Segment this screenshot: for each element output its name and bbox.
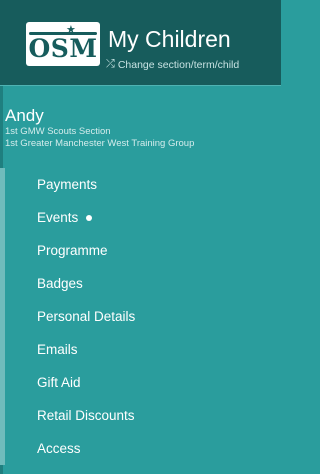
- change-section-link[interactable]: ⤮ Change section/term/child: [106, 58, 239, 71]
- header-divider: [0, 85, 281, 86]
- logo-text: OSM: [28, 34, 98, 63]
- member-info: Andy 1st GMW Scouts Section 1st Greater …: [0, 106, 281, 150]
- nav-item-label: Access: [37, 441, 81, 456]
- member-name: Andy: [5, 106, 44, 125]
- nav-item-access[interactable]: Access: [5, 432, 281, 465]
- shuffle-icon: ⤮: [106, 58, 115, 70]
- nav-item-programme[interactable]: Programme: [5, 234, 281, 267]
- member-section: 1st GMW Scouts Section: [5, 126, 111, 137]
- nav-item-label: Payments: [37, 177, 98, 192]
- member-nav-menu: Payments Events Programme Badges Persona…: [0, 168, 281, 465]
- nav-item-label: Personal Details: [37, 309, 136, 324]
- nav-item-payments[interactable]: Payments: [5, 168, 281, 201]
- nav-item-label: Badges: [37, 276, 83, 291]
- page-title: My Children: [108, 26, 231, 52]
- nav-item-emails[interactable]: Emails: [5, 333, 281, 366]
- app-header: ★ OSM My Children ⤮ Change section/term/…: [0, 0, 281, 85]
- member-group: 1st Greater Manchester West Training Gro…: [5, 138, 195, 149]
- nav-item-label: Events: [37, 210, 79, 225]
- notification-dot-icon: [86, 214, 93, 221]
- nav-item-label: Gift Aid: [37, 375, 81, 390]
- nav-item-label: Emails: [37, 342, 78, 357]
- nav-item-gift-aid[interactable]: Gift Aid: [5, 366, 281, 399]
- nav-item-retail-discounts[interactable]: Retail Discounts: [5, 399, 281, 432]
- nav-item-label: Retail Discounts: [37, 408, 135, 423]
- nav-item-badges[interactable]: Badges: [5, 267, 281, 300]
- osm-logo[interactable]: ★ OSM: [26, 22, 100, 66]
- nav-item-personal-details[interactable]: Personal Details: [5, 300, 281, 333]
- nav-item-label: Programme: [37, 243, 108, 258]
- nav-item-events[interactable]: Events: [5, 201, 281, 234]
- change-section-label: Change section/term/child: [117, 58, 240, 71]
